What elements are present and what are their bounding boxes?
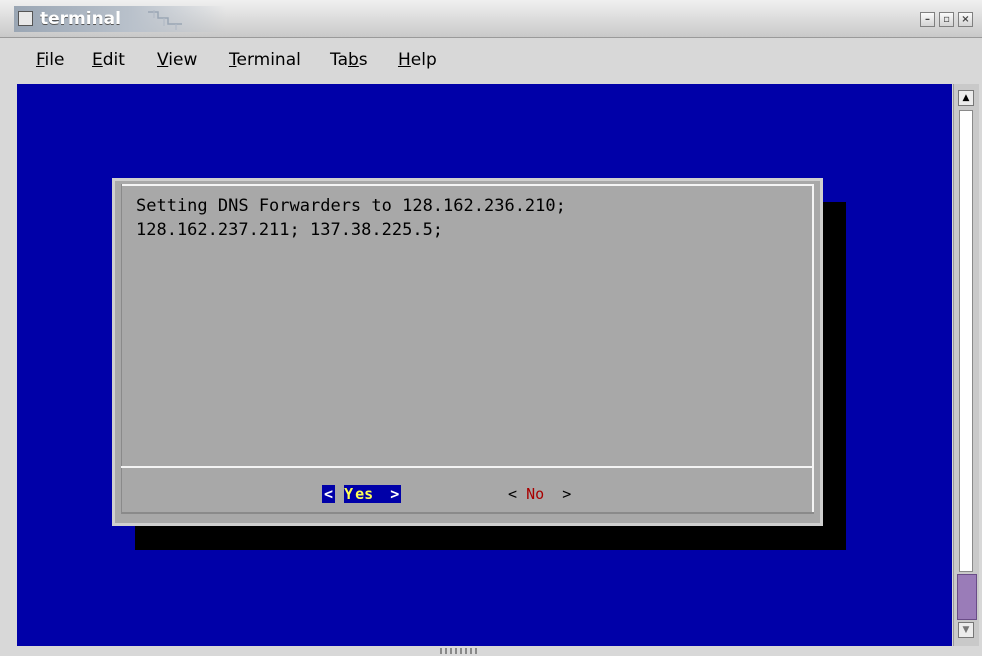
no-button[interactable]: < No > bbox=[508, 484, 571, 504]
menubar: File Edit View Terminal Tabs Help bbox=[0, 40, 982, 80]
close-icon[interactable]: × bbox=[958, 12, 973, 27]
window-titlebar[interactable]: terminal – ▫ × bbox=[0, 0, 982, 38]
scroll-up-arrow-icon[interactable]: ▲ bbox=[958, 90, 974, 106]
scroll-down-arrow-icon[interactable]: ▼ bbox=[958, 622, 974, 638]
menu-view[interactable]: View bbox=[157, 50, 197, 70]
terminal-area[interactable]: Setting DNS Forwarders to 128.162.236.21… bbox=[17, 84, 952, 646]
menu-edit[interactable]: Edit bbox=[92, 50, 125, 70]
scroll-thumb[interactable] bbox=[957, 574, 977, 620]
resize-grip-icon[interactable] bbox=[440, 648, 480, 654]
minimize-icon[interactable]: – bbox=[920, 12, 935, 27]
menu-terminal[interactable]: Terminal bbox=[229, 50, 301, 70]
dialog-border-top bbox=[121, 184, 814, 186]
dialog-border-right bbox=[812, 184, 814, 514]
menu-tabs[interactable]: Tabs bbox=[330, 50, 368, 70]
menu-file[interactable]: File bbox=[36, 50, 64, 70]
vertical-scrollbar[interactable]: ▲ ▼ bbox=[953, 84, 979, 646]
title-pattern-icon bbox=[148, 10, 182, 30]
scroll-track[interactable] bbox=[959, 110, 973, 572]
message-line-1: Setting DNS Forwarders to 128.162.236.21… bbox=[136, 196, 566, 216]
yes-button[interactable]: < Yes > bbox=[322, 484, 402, 504]
dialog-border-left bbox=[121, 184, 122, 514]
dialog-border-bottom bbox=[121, 512, 814, 514]
menu-help[interactable]: Help bbox=[398, 50, 437, 70]
dialog-message: Setting DNS Forwarders to 128.162.236.21… bbox=[136, 194, 566, 242]
message-line-2: 128.162.237.211; 137.38.225.5; bbox=[136, 220, 444, 240]
window-title: terminal bbox=[40, 9, 121, 29]
window-menu-icon[interactable] bbox=[18, 11, 33, 26]
dialog-separator bbox=[121, 466, 814, 468]
yesno-dialog: Setting DNS Forwarders to 128.162.236.21… bbox=[112, 178, 823, 526]
maximize-icon[interactable]: ▫ bbox=[939, 12, 954, 27]
